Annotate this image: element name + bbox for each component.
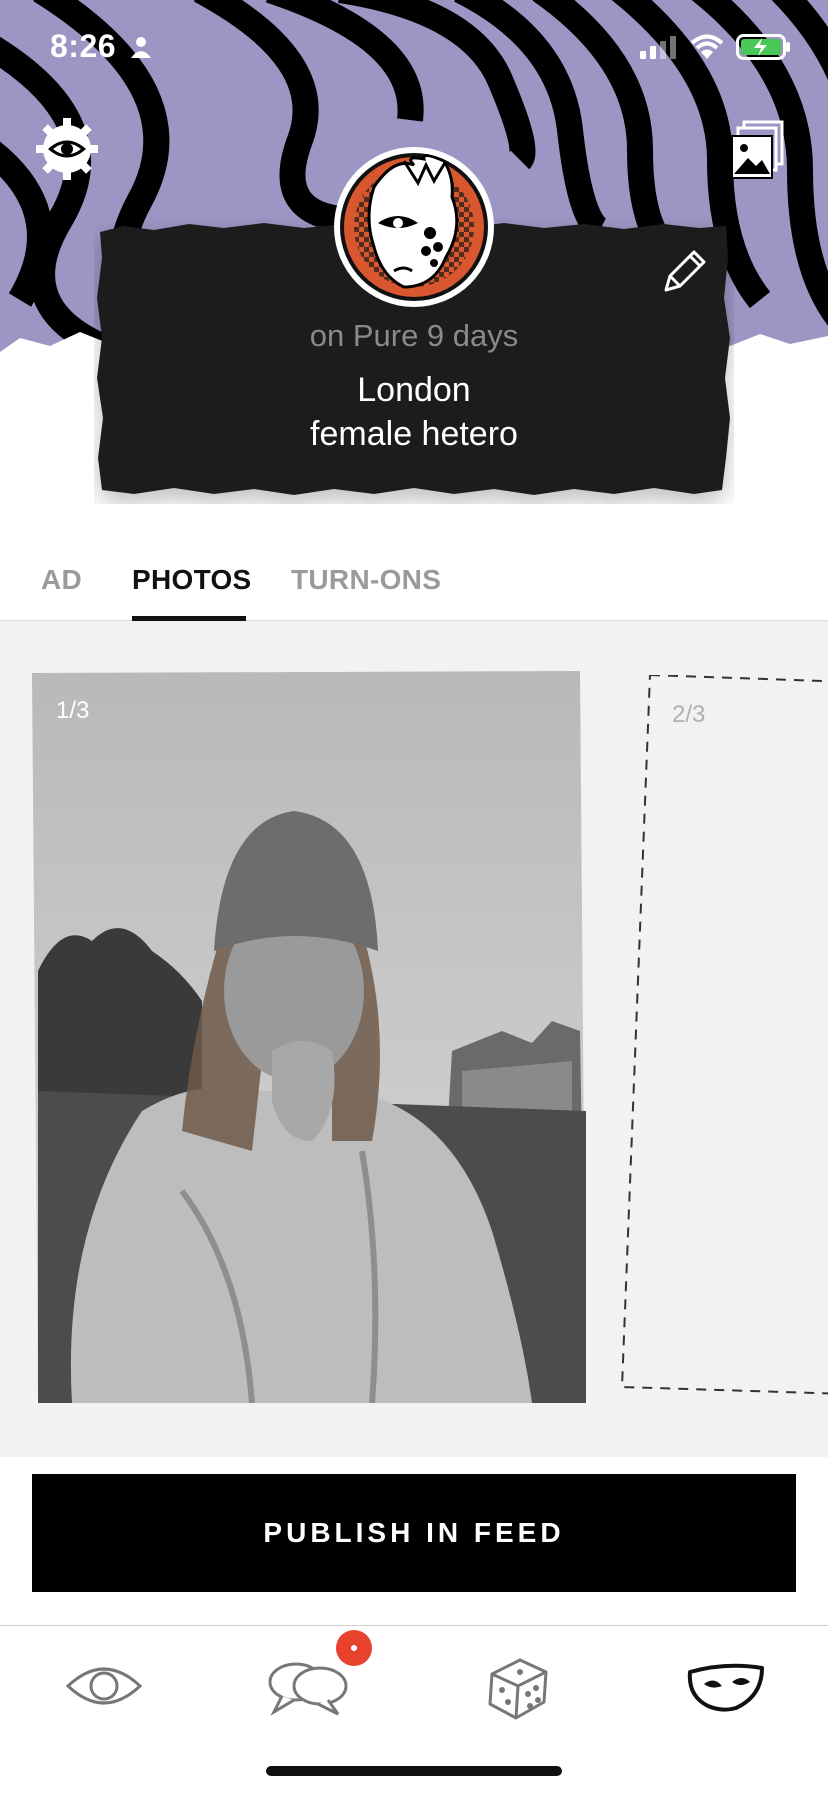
photo-counter-2: 2/3: [672, 701, 706, 728]
eye-icon[interactable]: [54, 1646, 154, 1726]
profile-city: London: [357, 371, 471, 409]
profile-tabs: AD PHOTOS TURN-ONS: [0, 556, 828, 621]
signal-icon: [640, 36, 676, 59]
photo-carousel[interactable]: 1/3 2/3: [0, 621, 828, 1457]
tab-ad[interactable]: AD: [41, 564, 82, 596]
profile-info: on Pure 9 days London female hetero: [94, 318, 734, 456]
home-indicator: [266, 1766, 562, 1776]
dice-icon[interactable]: [466, 1646, 566, 1726]
publish-in-feed-button[interactable]: PUBLISH IN FEED: [32, 1474, 796, 1592]
mask-face-avatar[interactable]: [334, 147, 494, 307]
profile-orientation: female hetero: [310, 415, 518, 453]
battery-charging-icon: [736, 34, 790, 60]
wifi-icon: [690, 34, 724, 59]
person-icon: [130, 36, 152, 63]
photo-counter-1: 1/3: [56, 697, 90, 724]
settings-eye-icon[interactable]: [36, 118, 98, 180]
tab-turn-ons[interactable]: TURN-ONS: [291, 564, 441, 596]
tab-photos[interactable]: PHOTOS: [132, 564, 252, 596]
photo-card-1[interactable]: [32, 671, 586, 1403]
gallery-icon[interactable]: [730, 120, 786, 182]
chat-notification-badge: [336, 1630, 372, 1666]
status-time: 8:26: [50, 28, 117, 64]
photo-slot-2[interactable]: [620, 675, 828, 1395]
mask-icon[interactable]: [676, 1646, 776, 1726]
pencil-icon[interactable]: [660, 246, 710, 296]
days-on-app: on Pure 9 days: [309, 318, 519, 353]
status-indicators: [638, 34, 792, 60]
